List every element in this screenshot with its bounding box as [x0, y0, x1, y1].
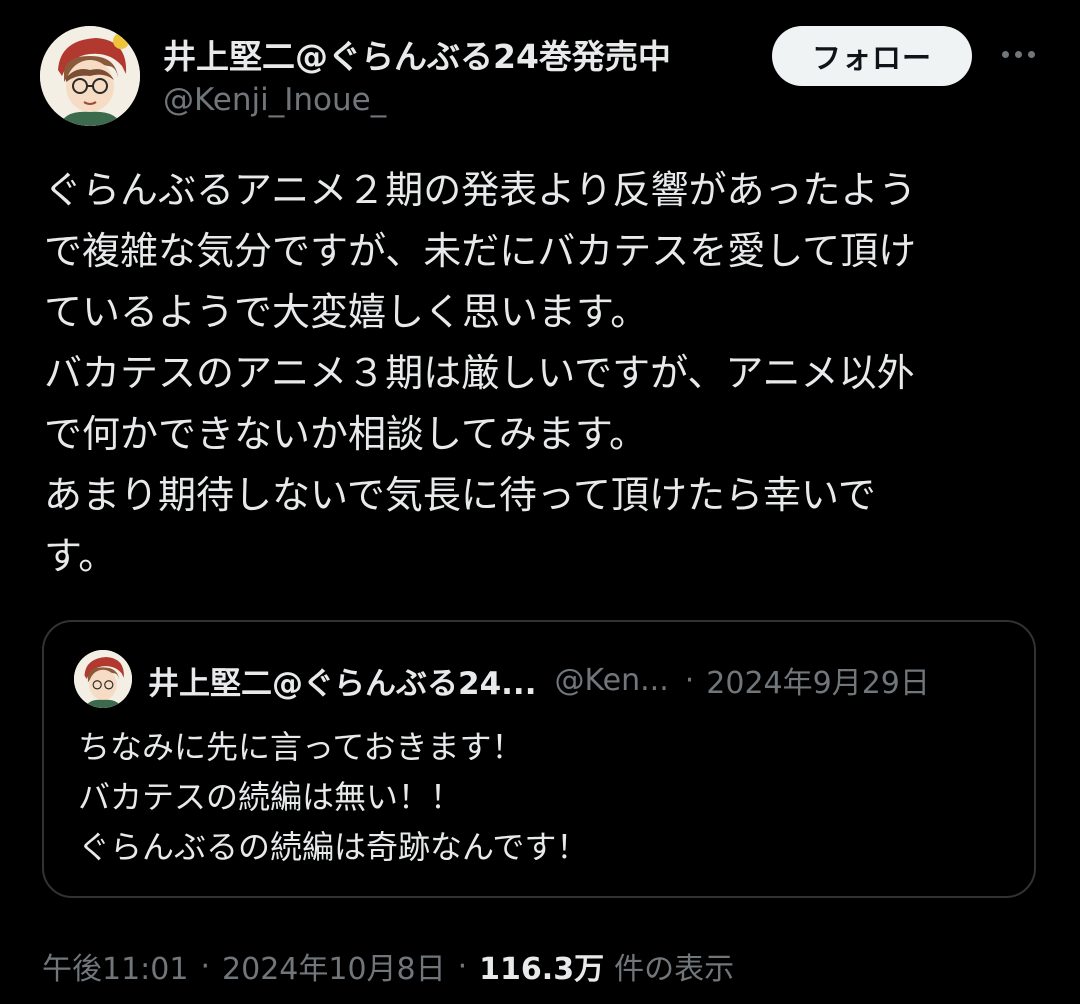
quoted-text-line: ちなみに先に言っておきます！	[78, 728, 524, 766]
tweet-text-line: バカテスのアニメ３期は厳しいですが、アニメ以外	[44, 351, 915, 395]
tweet-text-line: で複雑な気分ですが、未だにバカテスを愛して頂け	[44, 229, 917, 273]
separator-dot: ·	[200, 948, 211, 984]
author-display-name[interactable]: 井上堅二@ぐらんぶる24巻発売中	[163, 30, 671, 78]
quoted-tweet-header: 井上堅二@ぐらんぶる24... @Ken... · 2024年9月29日	[148, 658, 1018, 702]
quoted-tweet-text: ちなみに先に言っておきます！ バカテスの続編は無い！！ ぐらんぶるの続編は奇跡な…	[78, 722, 588, 872]
avatar-illustration	[74, 650, 132, 708]
views-label: 件の表示	[614, 952, 735, 987]
views-count[interactable]: 116.3万	[479, 944, 604, 988]
quoted-tweet-card[interactable]: 井上堅二@ぐらんぶる24... @Ken... · 2024年9月29日 ちなみ…	[42, 620, 1036, 898]
more-horizontal-icon	[1014, 50, 1022, 58]
avatar[interactable]	[40, 26, 140, 126]
tweet: 井上堅二@ぐらんぶる24巻発売中 @Kenji_Inoue_ フォロー ぐらんぶ…	[0, 0, 1080, 1004]
tweet-text-line: あまり期待しないで気長に待って頂けたら幸いで	[44, 473, 876, 517]
tweet-meta: 午後11:01 · 2024年10月8日 · 116.3万 件の表示	[42, 944, 734, 988]
avatar-illustration	[40, 26, 140, 126]
quoted-tweet-date: 2024年9月29日	[706, 666, 930, 701]
tweet-time[interactable]: 午後11:01	[42, 944, 188, 988]
tweet-text-line: ているようで大変嬉しく思います。	[44, 290, 649, 334]
follow-button[interactable]: フォロー	[772, 26, 972, 86]
quoted-author-name: 井上堅二@ぐらんぶる24...	[148, 665, 537, 702]
tweet-text: ぐらんぶるアニメ２期の発表より反響があったよう で複雑な気分ですが、未だにバカテ…	[44, 160, 1034, 587]
quoted-author-handle: @Ken...	[554, 662, 669, 698]
tweet-text-line: で何かできないか相談してみます。	[44, 412, 648, 456]
more-horizontal-icon	[1001, 50, 1009, 58]
tweet-date[interactable]: 2024年10月8日	[222, 944, 446, 988]
tweet-text-line: す。	[44, 534, 117, 578]
more-horizontal-icon	[1027, 50, 1035, 58]
separator-dot: ·	[457, 948, 468, 984]
separator-dot: ·	[684, 662, 695, 698]
tweet-text-line: ぐらんぶるアニメ２期の発表より反響があったよう	[44, 168, 917, 212]
quoted-text-line: バカテスの続編は無い！！	[78, 778, 463, 816]
quoted-text-line: ぐらんぶるの続編は奇跡なんです！	[78, 828, 589, 866]
author-handle[interactable]: @Kenji_Inoue_	[163, 82, 386, 118]
more-options-button[interactable]	[994, 34, 1042, 74]
quoted-avatar	[74, 650, 132, 708]
